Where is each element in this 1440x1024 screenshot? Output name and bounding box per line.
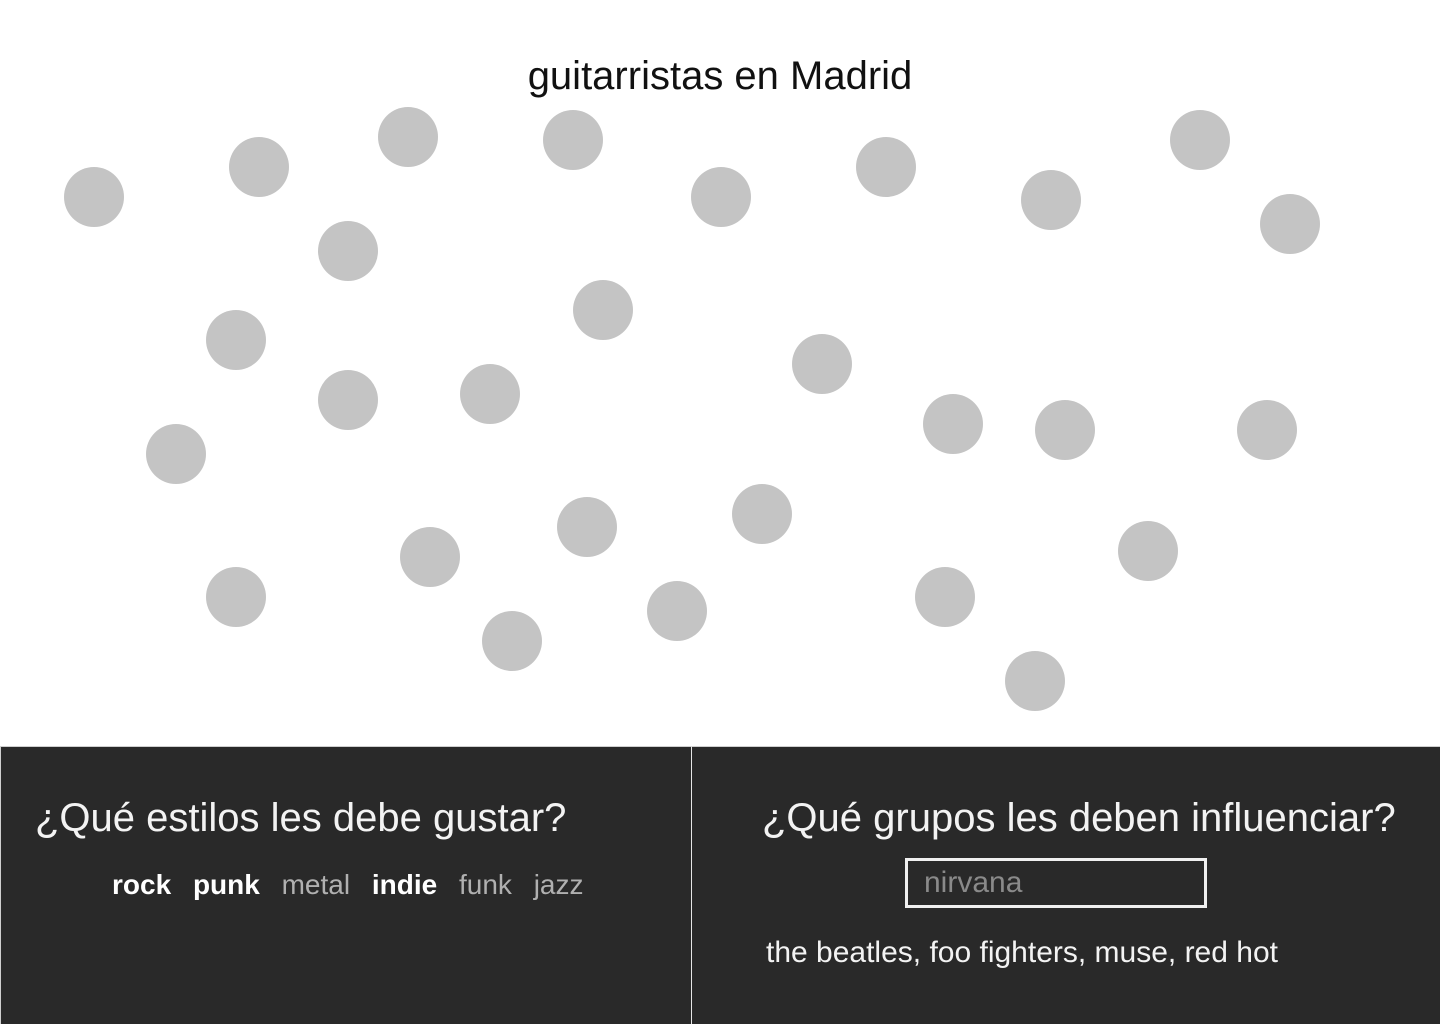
guitarist-dot[interactable] xyxy=(923,394,983,454)
guitarist-dot[interactable] xyxy=(318,221,378,281)
style-tag-indie[interactable]: indie xyxy=(372,869,437,900)
guitarist-dot[interactable] xyxy=(318,370,378,430)
style-tag-jazz[interactable]: jazz xyxy=(534,869,584,900)
guitarist-dot[interactable] xyxy=(400,527,460,587)
guitarist-dot[interactable] xyxy=(64,167,124,227)
guitarist-dot[interactable] xyxy=(732,484,792,544)
guitarist-dot[interactable] xyxy=(1170,110,1230,170)
guitarist-dot[interactable] xyxy=(460,364,520,424)
style-tag-punk[interactable]: punk xyxy=(193,869,260,900)
guitarist-dot[interactable] xyxy=(1118,521,1178,581)
style-tag-funk[interactable]: funk xyxy=(459,869,512,900)
guitarist-dot[interactable] xyxy=(482,611,542,671)
guitarist-dot[interactable] xyxy=(1021,170,1081,230)
selected-bands-text: the beatles, foo fighters, muse, red hot xyxy=(766,936,1278,969)
guitarist-dot[interactable] xyxy=(1005,651,1065,711)
guitarist-dot[interactable] xyxy=(573,280,633,340)
guitarist-dot[interactable] xyxy=(206,310,266,370)
guitarist-dot[interactable] xyxy=(915,567,975,627)
guitarist-dot[interactable] xyxy=(206,567,266,627)
styles-question: ¿Qué estilos les debe gustar? xyxy=(35,796,567,840)
guitarist-dot[interactable] xyxy=(146,424,206,484)
style-tag-metal[interactable]: metal xyxy=(282,869,350,900)
page-title: guitarristas en Madrid xyxy=(527,54,913,98)
style-tag-list: rock punk metal indie funk jazz xyxy=(112,868,598,902)
guitarist-dot[interactable] xyxy=(543,110,603,170)
guitarist-dot[interactable] xyxy=(691,167,751,227)
style-tag-rock[interactable]: rock xyxy=(112,869,171,900)
bands-panel: ¿Qué grupos les deben influenciar? the b… xyxy=(691,746,1440,1024)
guitarist-dot[interactable] xyxy=(647,581,707,641)
guitarist-dot[interactable] xyxy=(1260,194,1320,254)
guitarist-dot[interactable] xyxy=(229,137,289,197)
guitarist-dot[interactable] xyxy=(792,334,852,394)
guitarist-dot[interactable] xyxy=(1035,400,1095,460)
bands-question: ¿Qué grupos les deben influenciar? xyxy=(762,796,1396,840)
guitarist-dot[interactable] xyxy=(557,497,617,557)
styles-panel: ¿Qué estilos les debe gustar? rock punk … xyxy=(0,746,691,1024)
guitarist-dot[interactable] xyxy=(378,107,438,167)
guitarist-dot[interactable] xyxy=(1237,400,1297,460)
band-search-input[interactable] xyxy=(905,858,1207,908)
guitarist-dot[interactable] xyxy=(856,137,916,197)
